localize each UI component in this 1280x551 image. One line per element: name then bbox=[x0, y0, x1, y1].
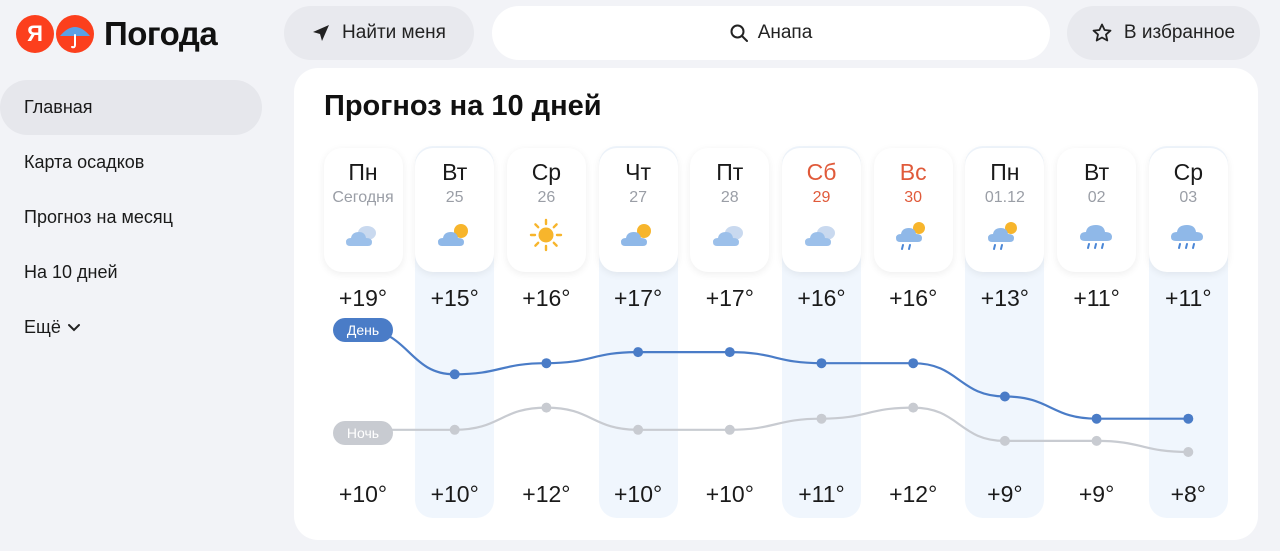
day-temp-point bbox=[1091, 413, 1102, 424]
sidebar-nav: Главная Карта осадков Прогноз на месяц Н… bbox=[0, 80, 264, 355]
night-temp-point bbox=[449, 424, 460, 435]
night-temp-point bbox=[999, 435, 1010, 446]
night-temp-point bbox=[541, 402, 552, 413]
day-temp-point bbox=[999, 391, 1010, 402]
day-tag: День bbox=[333, 318, 393, 342]
day-temp-point bbox=[541, 358, 552, 369]
more-label: Ещё bbox=[24, 317, 61, 337]
night-temp-point bbox=[1091, 435, 1102, 446]
night-temp-point bbox=[816, 413, 827, 424]
sidebar-item-month-forecast[interactable]: Прогноз на месяц bbox=[0, 190, 264, 245]
add-favorite-button[interactable]: В избранное bbox=[1067, 6, 1260, 60]
chevron-down-icon bbox=[67, 323, 81, 333]
app-logo[interactable]: Я Погода bbox=[16, 14, 218, 54]
app-title: Погода bbox=[104, 15, 218, 52]
favorite-label: В избранное bbox=[1123, 22, 1236, 43]
sidebar-item-10-days[interactable]: На 10 дней bbox=[0, 245, 264, 300]
find-me-button[interactable]: Найти меня bbox=[284, 6, 474, 60]
star-icon bbox=[1092, 23, 1112, 43]
find-me-label: Найти меня bbox=[342, 22, 446, 43]
day-temp-point bbox=[724, 347, 735, 358]
location-arrow-icon bbox=[312, 24, 330, 42]
day-temp-point bbox=[449, 369, 460, 380]
night-tag: Ночь bbox=[333, 421, 393, 445]
night-temp-point bbox=[1183, 447, 1194, 457]
sidebar-item-precipitation-map[interactable]: Карта осадков bbox=[0, 135, 264, 190]
day-temp-point bbox=[816, 358, 827, 369]
day-temp-point bbox=[908, 358, 919, 369]
search-value: Анапа bbox=[757, 22, 813, 43]
umbrella-logo-icon bbox=[56, 15, 94, 53]
day-temp-line bbox=[362, 328, 1189, 420]
day-temp-point bbox=[633, 347, 644, 358]
search-icon bbox=[730, 24, 748, 42]
yandex-logo-icon: Я bbox=[16, 15, 54, 53]
day-temp-point bbox=[1183, 413, 1194, 424]
sidebar-item-home[interactable]: Главная bbox=[0, 80, 262, 135]
forecast-card: Прогноз на 10 дней Пн Сегодня +19° +10° Вт 25… bbox=[294, 68, 1258, 540]
night-temp-point bbox=[908, 402, 919, 413]
temperature-chart bbox=[362, 328, 1194, 457]
night-temp-point bbox=[633, 424, 644, 435]
sidebar-item-more[interactable]: Ещё bbox=[0, 300, 264, 355]
night-temp-point bbox=[724, 424, 735, 435]
city-search-input[interactable]: Анапа bbox=[492, 6, 1050, 60]
